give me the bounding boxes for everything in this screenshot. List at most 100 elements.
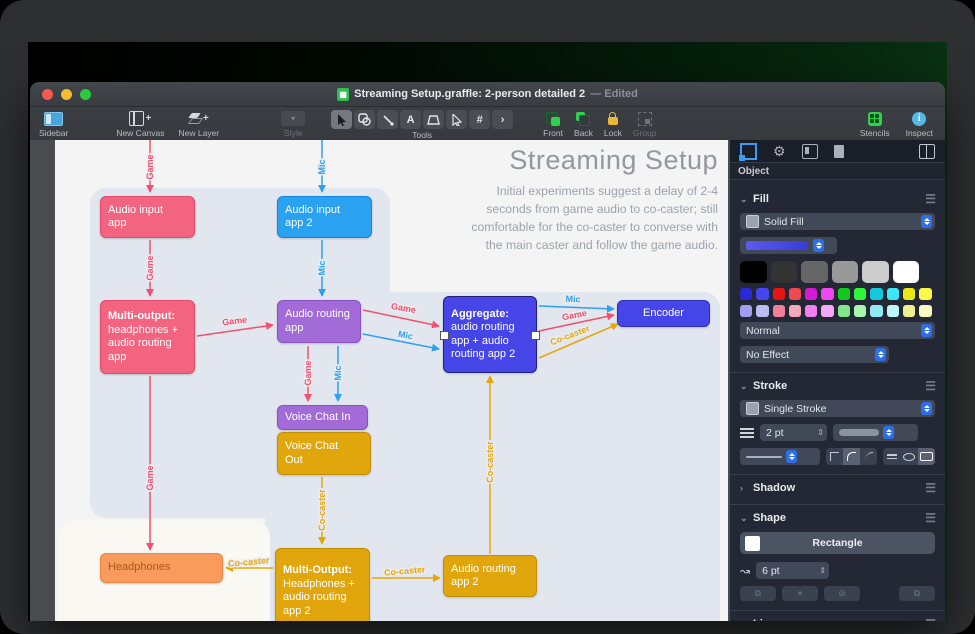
color-swatch[interactable] [821,288,833,300]
color-swatch[interactable] [887,288,899,300]
section-menu-icon[interactable]: ☰ [925,481,935,495]
shape-intersect-button[interactable]: ⚭ [782,586,818,601]
color-swatch[interactable] [805,305,817,317]
color-swatch[interactable] [887,305,899,317]
stroke-style-dropdown[interactable] [740,448,820,465]
color-swatch[interactable] [789,288,801,300]
inspector-grid-icon[interactable] [919,144,935,159]
diagramming-tool[interactable]: # [469,110,490,129]
color-swatch[interactable] [740,288,752,300]
encoder[interactable]: Encoder [617,300,710,327]
color-swatch[interactable] [919,305,931,317]
color-swatch[interactable] [740,305,752,317]
section-menu-icon[interactable]: ☰ [925,192,935,206]
canvas-page[interactable]: Streaming Setup Initial experiments sugg… [55,140,728,621]
edge-game[interactable] [197,325,273,336]
selection-handle[interactable] [531,331,540,340]
oval-stroke-button[interactable] [901,448,918,465]
minimize-button[interactable] [61,89,72,100]
color-swatch[interactable] [773,305,785,317]
voice-chat-out[interactable]: Voice Chat Out [277,432,371,475]
color-swatch[interactable] [893,261,920,283]
stroke-section-header[interactable]: ⌄ Stroke ☰ [740,379,935,393]
canvas-scroll-area[interactable]: Streaming Setup Initial experiments sugg… [30,140,730,621]
effect-dropdown[interactable]: No Effect [740,346,889,363]
aggregate[interactable]: Aggregate: audio routing app + audio rou… [443,296,537,373]
stepper-icon[interactable] [921,324,932,337]
stroke-width-stepper[interactable]: 2 pt ⇕ [760,424,827,441]
stroke-type-dropdown[interactable]: Single Stroke [740,400,935,417]
color-swatch[interactable] [854,305,866,317]
color-swatch[interactable] [756,288,768,300]
shape-union-button[interactable]: ⧉ [740,586,776,601]
section-menu-icon[interactable]: ☰ [925,379,935,393]
document-inspector-tab[interactable] [834,145,844,158]
fill-type-dropdown[interactable]: Solid Fill [740,213,935,230]
line-section-header[interactable]: ⌄ Line ☰ [740,617,935,621]
color-swatch[interactable] [801,261,828,283]
corner-arc-button[interactable] [860,448,877,465]
headphones[interactable]: Headphones [100,553,223,583]
line-tool[interactable] [377,110,398,129]
stepper-icon[interactable] [883,426,894,439]
color-swatch[interactable] [838,305,850,317]
multi-output-2[interactable]: Multi-Output: Headphones + audio routing… [275,548,370,621]
shape-subtract-button[interactable]: ⊘ [824,586,860,601]
more-tools-button[interactable]: › [492,110,513,129]
color-swatch[interactable] [870,288,882,300]
color-swatch[interactable] [870,305,882,317]
selection-tool[interactable] [331,110,352,129]
group-button[interactable]: Group [633,110,657,138]
fill-color-dropdown[interactable] [740,237,837,254]
stepper-icon[interactable] [921,215,932,228]
close-button[interactable] [42,89,53,100]
sidebar-button[interactable]: Sidebar [39,110,68,138]
send-back-button[interactable]: Back [574,110,593,138]
audio-input-app[interactable]: Audio input app [100,196,195,238]
color-swatch[interactable] [838,288,850,300]
color-swatch[interactable] [771,261,798,283]
color-swatch[interactable] [854,288,866,300]
pen-shape-tool[interactable] [423,110,444,129]
color-swatch[interactable] [821,305,833,317]
audio-routing-app-2[interactable]: Audio routing app 2 [443,555,537,597]
zoom-button[interactable] [80,89,91,100]
edge-mic[interactable] [539,306,614,309]
color-swatch[interactable] [919,288,931,300]
color-swatch[interactable] [903,288,915,300]
color-swatch[interactable] [805,288,817,300]
point-editor-tool[interactable] [446,110,467,129]
color-swatch[interactable] [789,305,801,317]
fill-section-header[interactable]: ⌄ Fill ☰ [740,192,935,206]
settings-inspector-tab[interactable]: ⚙ [773,144,786,158]
shape-section-header[interactable]: ⌄ Shape ☰ [740,511,935,525]
shape-tool[interactable] [354,110,375,129]
canvas-inspector-tab[interactable] [802,144,818,159]
lock-button[interactable]: Lock [604,110,622,138]
corner-square-button[interactable] [826,448,843,465]
text-tool[interactable]: A [400,110,421,129]
shape-split-button[interactable]: ⧉ [899,586,935,601]
stepper-icon[interactable] [921,402,932,415]
stroke-color-dropdown[interactable] [833,424,918,441]
stepper-icon[interactable] [813,239,824,252]
double-line-button[interactable] [883,448,900,465]
shape-type-button[interactable]: Rectangle [740,532,935,554]
blend-mode-dropdown[interactable]: Normal [740,322,935,339]
object-inspector-tab[interactable] [740,143,757,160]
shadow-section-header[interactable]: › Shadow ☰ [740,481,935,495]
new-canvas-button[interactable]: + New Canvas [116,110,164,138]
multi-output-headphones[interactable]: Multi-output: headphones + audio routing… [100,300,195,374]
color-swatch[interactable] [903,305,915,317]
stencils-button[interactable]: Stencils [860,110,890,138]
audio-routing-app[interactable]: Audio routing app [277,300,361,343]
corner-rounded-button[interactable] [843,448,860,465]
audio-input-app-2[interactable]: Audio input app 2 [277,196,372,238]
stepper-icon[interactable] [786,450,797,463]
color-swatch[interactable] [773,288,785,300]
style-popup[interactable]: ▾ Style [281,110,305,138]
color-swatch[interactable] [740,261,767,283]
section-menu-icon[interactable]: ☰ [925,511,935,525]
rect-stroke-button[interactable] [918,448,935,465]
new-layer-button[interactable]: + New Layer [179,110,220,138]
